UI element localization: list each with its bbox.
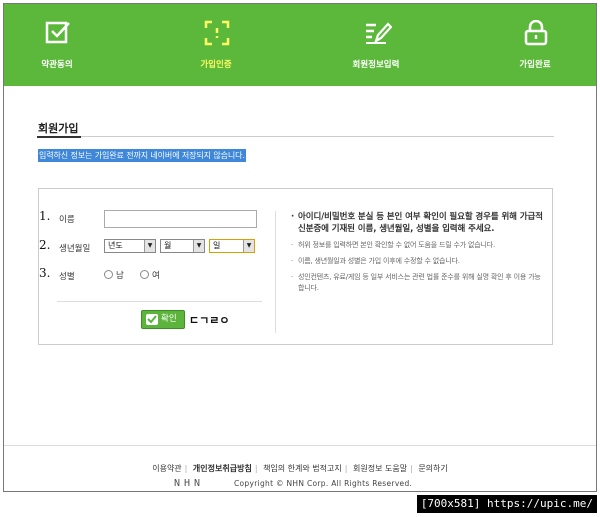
lock-icon <box>524 20 548 46</box>
day-select[interactable]: 일 ▼ <box>209 239 255 253</box>
year-select-value: 년도 <box>108 241 123 250</box>
title-underline <box>37 136 81 138</box>
page-title: 회원가입 <box>38 122 79 135</box>
year-select[interactable]: 년도 ▼ <box>104 239 156 253</box>
step-label: 회원정보입력 <box>352 60 400 70</box>
chevron-down-icon: ▼ <box>193 240 204 252</box>
step-label: 가입완료 <box>519 60 551 70</box>
step-member-info: 회원정보입력 <box>316 4 436 86</box>
footer-link-disclaimer[interactable]: 책임의 한계와 법적고지 <box>260 464 345 473</box>
month-select-value: 월 <box>164 241 172 250</box>
month-select[interactable]: 월 ▼ <box>160 239 205 253</box>
gender-male-radio[interactable] <box>104 270 113 279</box>
footer-link-terms[interactable]: 이용약관 <box>149 464 184 473</box>
step-terms: 약관동의 <box>4 4 117 86</box>
gender-male-label: 남 <box>116 271 124 281</box>
step-verify: 가입인증 <box>156 4 276 86</box>
step-label: 가입인증 <box>200 60 232 70</box>
page-frame: 약관동의 가입인증 회원정보입력 가입완료 회원가입 입력하신 정보는 가입완료… <box>3 3 597 492</box>
gender-female-radio[interactable] <box>140 270 149 279</box>
footer-link-privacy[interactable]: 개인정보취급방침 <box>190 464 255 473</box>
check-box-icon <box>45 21 70 44</box>
step-label: 약관동의 <box>41 60 73 70</box>
info-sub-text: 성인컨텐츠, 유료/게임 등 일부 서비스는 관련 법률 준수를 위해 실명 확… <box>291 272 546 294</box>
chevron-down-icon: ▼ <box>144 240 155 252</box>
footer-divider <box>4 445 596 446</box>
confirm-button-label: 확인 <box>161 314 177 324</box>
signup-steps-bar: 약관동의 가입인증 회원정보입력 가입완료 <box>4 4 596 86</box>
watermark-badge: [700x581] https://upic.me/ <box>416 495 597 513</box>
step-complete: 가입완료 <box>475 4 595 86</box>
verification-form-box: 1. 이름 2. 생년월일 년도 ▼ 월 ▼ 일 ▼ 3. 성별 남 여 확인 … <box>38 188 553 345</box>
gender-female-label: 여 <box>152 271 160 281</box>
notice-text: 입력하신 정보는 가입완료 전까지 네이버에 저장되지 않습니다. <box>38 149 246 162</box>
info-panel: 아이디/비밀번호 분실 등 본인 여부 확인이 필요할 경우를 위해 가급적 신… <box>291 211 546 294</box>
field-number: 1. <box>39 209 51 223</box>
footer-link-contact[interactable]: 문의하기 <box>415 464 450 473</box>
name-label: 이름 <box>59 215 75 225</box>
field-number: 2. <box>39 238 51 252</box>
footer-link-member-help[interactable]: 회원정보 도움말 <box>350 464 410 473</box>
info-sub-text: 허위 정보를 입력하면 본인 확인할 수 없어 도움을 드릴 수가 없습니다. <box>291 240 546 251</box>
info-main-text: 아이디/비밀번호 분실 등 본인 여부 확인이 필요할 경우를 위해 가급적 신… <box>291 211 546 235</box>
gender-label: 성별 <box>59 272 75 282</box>
field-number: 3. <box>39 266 51 280</box>
title-divider <box>37 136 554 137</box>
birthdate-label: 생년월일 <box>59 244 91 254</box>
vertical-divider <box>275 211 276 333</box>
day-select-value: 일 <box>213 241 221 250</box>
annotation-text: ㄷㄱㄹㅇ <box>189 314 230 327</box>
info-sub-text: 이름, 생년월일과 성별은 가입 이후에 수정할 수 없습니다. <box>291 256 546 267</box>
form-divider <box>57 301 262 302</box>
verify-focus-icon <box>204 20 230 46</box>
nhn-logo: NHN <box>174 478 205 489</box>
footer-links: 이용약관 | 개인정보취급방침 | 책임의 한계와 법적고지 | 회원정보 도움말 | … <box>4 463 596 474</box>
check-icon <box>146 314 158 325</box>
copyright-text: Copyright © NHN Corp. All Rights Reserve… <box>234 479 413 488</box>
pen-write-icon <box>366 22 392 44</box>
name-input[interactable] <box>104 210 257 228</box>
chevron-down-icon: ▼ <box>243 240 254 252</box>
confirm-button[interactable]: 확인 <box>141 310 185 329</box>
